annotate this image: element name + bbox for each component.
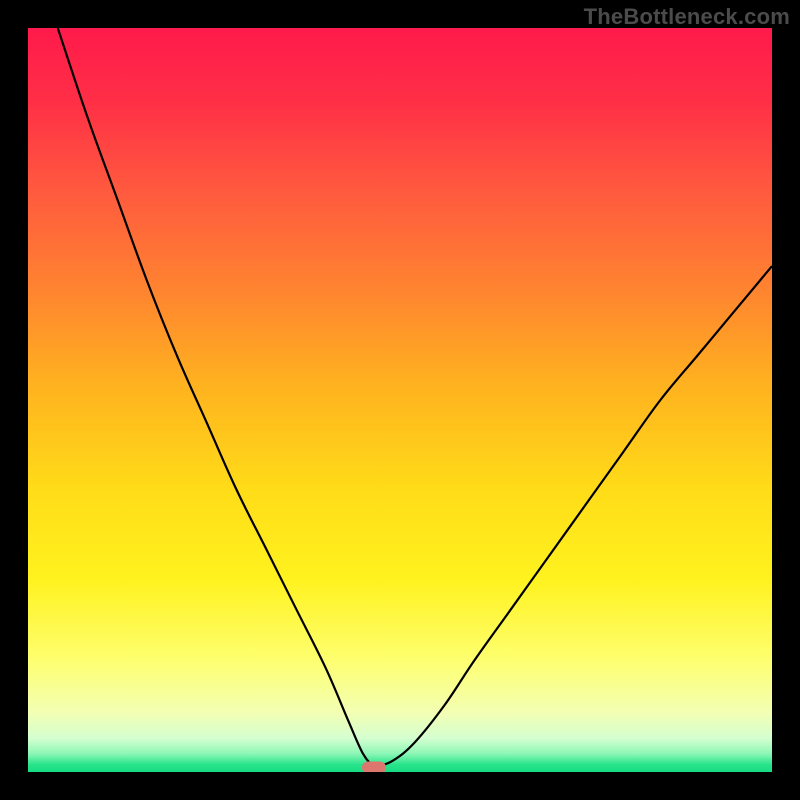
bottleneck-chart	[28, 28, 772, 772]
watermark-text: TheBottleneck.com	[584, 4, 790, 30]
minimum-marker	[362, 762, 386, 772]
plot-area	[28, 28, 772, 772]
chart-frame: TheBottleneck.com	[0, 0, 800, 800]
